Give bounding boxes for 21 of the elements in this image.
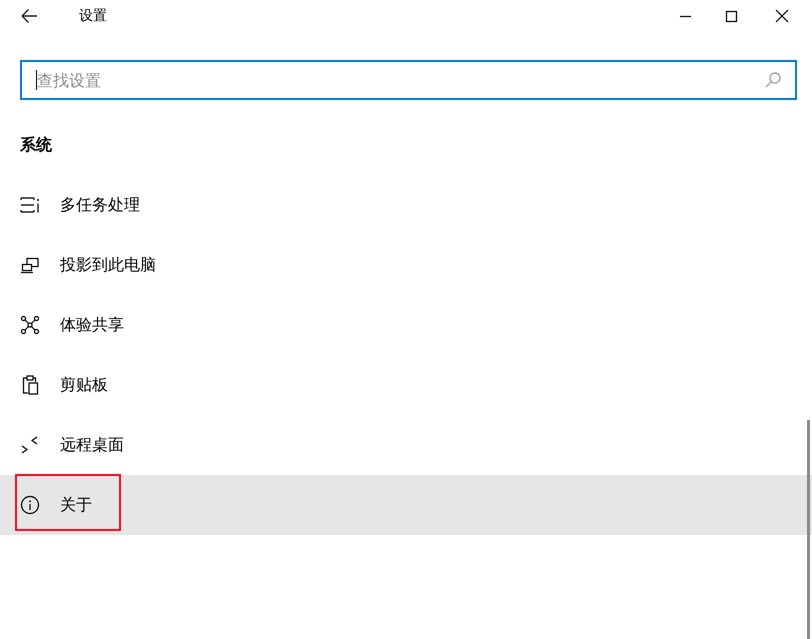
nav-item[interactable]: 投影到此电脑 xyxy=(0,235,812,295)
nav-item[interactable]: 关于 xyxy=(0,475,812,535)
text-cursor-icon xyxy=(36,70,37,90)
scrollbar[interactable] xyxy=(807,420,810,639)
projection-icon xyxy=(20,255,40,275)
nav-item[interactable]: 剪贴板 xyxy=(0,355,812,415)
back-arrow-icon xyxy=(21,9,37,23)
window-title: 设置 xyxy=(79,7,108,26)
multitasking-icon xyxy=(20,195,40,215)
section-heading: 系统 xyxy=(20,134,53,156)
nav-item[interactable]: 多任务处理 xyxy=(0,175,812,235)
remote-desktop-icon xyxy=(20,435,40,455)
close-icon xyxy=(776,10,788,22)
clipboard-icon xyxy=(20,375,40,395)
network-nodes-icon xyxy=(20,315,40,335)
search-icon xyxy=(765,72,781,88)
info-icon xyxy=(20,495,40,515)
search-field[interactable]: 查找设置 xyxy=(20,60,797,100)
nav-item[interactable]: 远程桌面 xyxy=(0,415,812,475)
nav-item[interactable]: 体验共享 xyxy=(0,295,812,355)
maximize-icon xyxy=(726,10,736,22)
